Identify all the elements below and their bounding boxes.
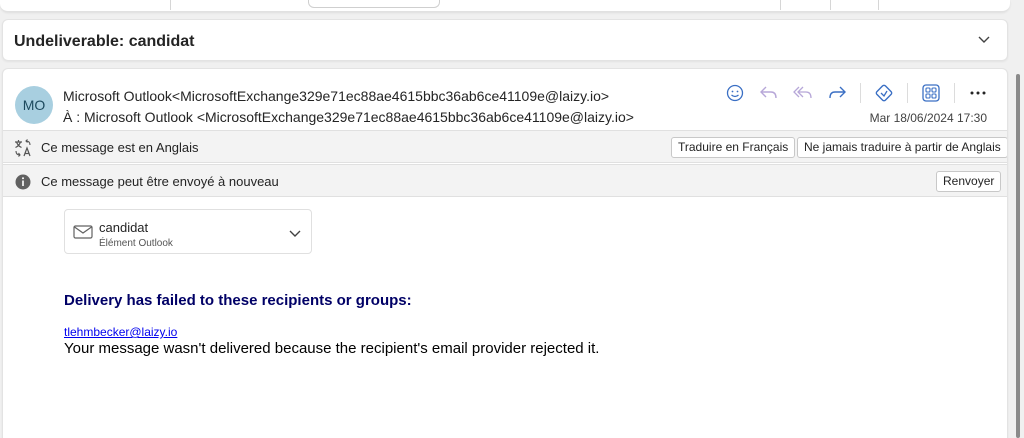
never-translate-button[interactable]: Ne jamais traduire à partir de Anglais: [797, 137, 1007, 158]
subject-bar[interactable]: Undeliverable: candidat: [2, 19, 1008, 61]
resend-banner-text: Ce message peut être envoyé à nouveau: [41, 174, 279, 189]
reading-pane: MO Microsoft Outlook<MicrosoftExchange32…: [2, 68, 1008, 438]
message-actions: [712, 82, 989, 104]
avatar[interactable]: MO: [15, 86, 53, 124]
delivery-failed-headline: Delivery has failed to these recipients …: [64, 292, 412, 309]
more-icon[interactable]: [967, 82, 989, 104]
attachment-type: Élément Outlook: [99, 238, 173, 249]
chevron-down-icon[interactable]: [288, 226, 302, 240]
attachment-name: candidat: [99, 220, 149, 235]
apps-icon[interactable]: [920, 82, 942, 104]
recipient-to[interactable]: À : Microsoft Outlook <MicrosoftExchange…: [63, 109, 634, 125]
reply-icon[interactable]: [758, 82, 780, 104]
sticker-icon[interactable]: [873, 82, 895, 104]
translate-banner: Ce message est en Anglais Traduire en Fr…: [3, 130, 1007, 163]
chevron-down-icon[interactable]: [977, 32, 991, 46]
actions-divider: [860, 83, 861, 103]
forward-icon[interactable]: [826, 82, 848, 104]
reply-all-icon[interactable]: [792, 82, 814, 104]
actions-divider: [907, 83, 908, 103]
resend-button[interactable]: Renvoyer: [936, 171, 1002, 192]
scrollbar[interactable]: [1016, 74, 1020, 438]
message-date: Mar 18/06/2024 17:30: [869, 111, 987, 125]
toolbar-divider: [878, 0, 879, 10]
toolbar-pill[interactable]: [308, 0, 440, 8]
translate-banner-text: Ce message est en Anglais: [41, 140, 199, 155]
top-toolbar: [0, 0, 1010, 12]
toolbar-divider: [780, 0, 781, 10]
envelope-icon: [73, 225, 93, 239]
subject-title: Undeliverable: candidat: [14, 33, 195, 50]
info-icon: [15, 174, 31, 190]
translate-button[interactable]: Traduire en Français: [671, 137, 796, 158]
translate-icon: [15, 139, 31, 157]
emoji-icon[interactable]: [724, 82, 746, 104]
sender-from[interactable]: Microsoft Outlook<MicrosoftExchange329e7…: [63, 88, 609, 104]
toolbar-divider: [830, 0, 831, 10]
toolbar-divider: [170, 0, 171, 10]
resend-banner: Ce message peut être envoyé à nouveau Re…: [3, 164, 1007, 197]
actions-divider: [954, 83, 955, 103]
recipient-link[interactable]: tlehmbecker@laizy.io: [64, 325, 177, 339]
failure-message: Your message wasn't delivered because th…: [64, 340, 600, 357]
attachment-card[interactable]: candidat Élément Outlook: [64, 209, 312, 254]
